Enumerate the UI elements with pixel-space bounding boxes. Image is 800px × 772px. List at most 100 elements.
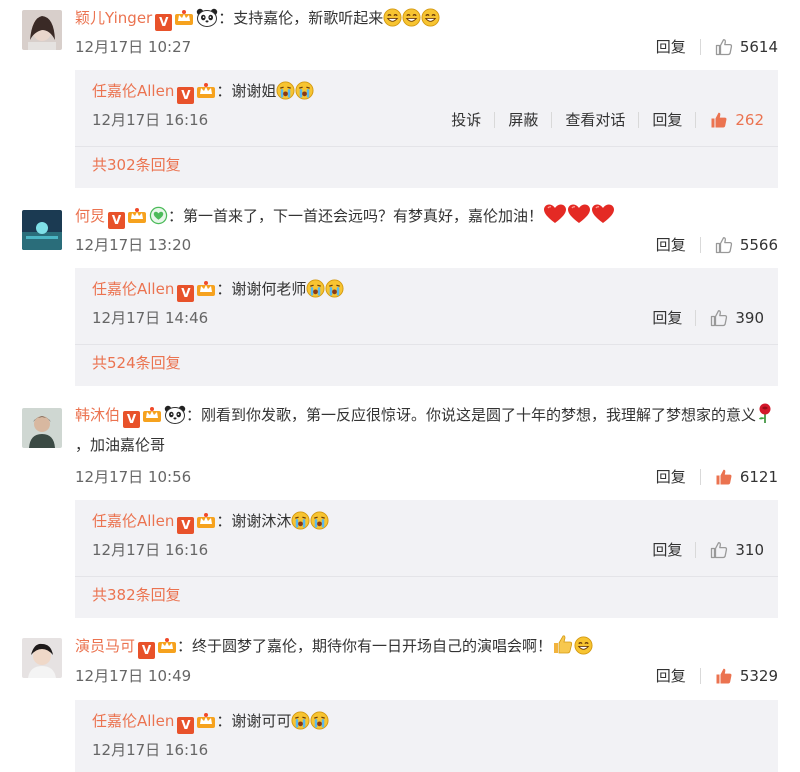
report-button[interactable]: 投诉 <box>438 109 494 131</box>
reply-button[interactable]: 回复 <box>642 36 700 58</box>
panda-emoji-icon <box>164 405 186 424</box>
smile-emoji-icon <box>421 8 440 27</box>
reply-box: 任嘉伦Allen V ：谢谢可可 12月17日 16:16 <box>75 700 778 772</box>
crown-badge-icon <box>174 9 194 26</box>
thumbs-up-icon <box>715 667 733 685</box>
reply-box: 任嘉伦Allen V ：谢谢沐沐 12月17日 16:16 回复 310 共382条… <box>75 500 778 618</box>
more-replies-link[interactable]: 共382条回复 <box>92 584 181 605</box>
avatar[interactable] <box>22 408 62 448</box>
comment-line: 韩沐伯 V ：刚看到你发歌，第一反应很惊讶。你说这是圆了十年的梦想，我理解了梦想家的… <box>75 400 778 460</box>
like-button[interactable]: 5329 <box>701 665 778 687</box>
smile-emoji-icon <box>383 8 402 27</box>
comment-time: 12月17日 13:20 <box>75 236 192 254</box>
crown-badge-icon <box>142 406 162 423</box>
avatar[interactable] <box>22 10 62 50</box>
reply-meta: 12月17日 16:16 投诉 屏蔽 查看对话 回复 262 <box>92 109 764 131</box>
reply-text: ：谢谢沐沐 <box>216 512 292 530</box>
reply-button[interactable]: 回复 <box>639 109 695 131</box>
avatar[interactable] <box>22 210 62 250</box>
crying-emoji-icon <box>325 279 344 298</box>
reply-line: 任嘉伦Allen V ：谢谢可可 <box>92 708 764 734</box>
reply-time: 12月17日 16:16 <box>92 541 209 559</box>
verified-icon: V <box>123 411 141 428</box>
like-button[interactable]: 390 <box>696 307 764 329</box>
like-count: 262 <box>735 111 764 129</box>
comment-text: ：刚看到你发歌，第一反应很惊讶。你说这是圆了十年的梦想，我理解了梦想家的意义 <box>186 406 757 424</box>
like-count: 390 <box>735 309 764 327</box>
thumbs-up-icon <box>710 111 728 129</box>
comment-text: ，加油嘉伦哥 <box>75 436 166 454</box>
reply-line: 任嘉伦Allen V ：谢谢何老师 <box>92 276 764 302</box>
comment-time: 12月17日 10:27 <box>75 38 192 56</box>
more-replies-link[interactable]: 共302条回复 <box>92 154 181 175</box>
like-button[interactable]: 262 <box>696 109 764 131</box>
crown-badge-icon <box>196 82 216 99</box>
comment-item: 颖儿Yinger V ：支持嘉伦，新歌听起来 12月17日 10:27 回复 561… <box>0 0 800 190</box>
crying-emoji-icon <box>295 81 314 100</box>
verified-icon: V <box>177 285 195 302</box>
thumbs-up-icon <box>715 38 733 56</box>
comment-line: 颖儿Yinger V ：支持嘉伦，新歌听起来 <box>75 4 780 32</box>
comment-text: ：第一首来了，下一首还会远吗？有梦真好，嘉伦加油！ <box>168 207 544 225</box>
thumbs-up-icon <box>710 541 728 559</box>
reply-meta: 12月17日 16:16 <box>92 739 764 761</box>
like-button[interactable]: 6121 <box>701 466 778 488</box>
username-link[interactable]: 任嘉伦Allen <box>92 280 174 298</box>
comment-item: 演员马可 V ：终于圆梦了嘉伦，期待你有一日开场自己的演唱会啊！ 12月17日 10… <box>0 628 800 772</box>
username-link[interactable]: 何炅 <box>75 207 105 225</box>
reply-text: ：谢谢何老师 <box>216 280 307 298</box>
heart-emoji-icon <box>591 203 615 225</box>
thumbs-up-icon <box>715 236 733 254</box>
username-link[interactable]: 任嘉伦Allen <box>92 512 174 530</box>
rose-emoji-icon <box>756 402 774 424</box>
reply-button[interactable]: 回复 <box>639 307 695 329</box>
thumbs-up-icon <box>710 309 728 327</box>
view-conversation-button[interactable]: 查看对话 <box>552 109 638 131</box>
smile-emoji-icon <box>574 636 593 655</box>
comment-time: 12月17日 10:49 <box>75 667 192 685</box>
divider <box>75 146 778 147</box>
verified-icon: V <box>177 517 195 534</box>
crying-emoji-icon <box>276 81 295 100</box>
like-button[interactable]: 5614 <box>701 36 778 58</box>
thumbs-up-icon <box>715 468 733 486</box>
verified-icon: V <box>138 642 156 659</box>
username-link[interactable]: 颖儿Yinger <box>75 9 152 27</box>
more-replies-link[interactable]: 共524条回复 <box>92 352 181 373</box>
block-button[interactable]: 屏蔽 <box>495 109 551 131</box>
comment-item: 韩沐伯 V ：刚看到你发歌，第一反应很惊讶。你说这是圆了十年的梦想，我理解了梦想家的… <box>0 398 800 623</box>
username-link[interactable]: 演员马可 <box>75 637 135 655</box>
heart-badge-icon <box>149 206 168 225</box>
like-count: 5566 <box>739 236 778 254</box>
verified-icon: V <box>108 212 126 229</box>
reply-button[interactable]: 回复 <box>642 234 700 256</box>
like-count: 6121 <box>739 468 778 486</box>
verified-icon: V <box>155 14 173 31</box>
crying-emoji-icon <box>291 711 310 730</box>
reply-meta: 12月17日 16:16 回复 310 <box>92 539 764 561</box>
reply-button[interactable]: 回复 <box>642 466 700 488</box>
avatar[interactable] <box>22 638 62 678</box>
reply-box: 任嘉伦Allen V ：谢谢姐 12月17日 16:16 投诉 屏蔽 查看对话 回复… <box>75 70 778 188</box>
like-count: 5614 <box>739 38 778 56</box>
comment-meta: 12月17日 10:27 回复 5614 <box>75 36 778 58</box>
reply-button[interactable]: 回复 <box>639 539 695 561</box>
reply-text: ：谢谢可可 <box>216 712 292 730</box>
heart-emoji-icon <box>543 203 567 225</box>
reply-text: ：谢谢姐 <box>216 82 277 100</box>
like-button[interactable]: 310 <box>696 539 764 561</box>
crying-emoji-icon <box>291 511 310 530</box>
thumbs-up-emoji-icon <box>552 633 574 655</box>
comment-text: ：支持嘉伦，新歌听起来 <box>218 9 384 27</box>
comment-time: 12月17日 10:56 <box>75 468 192 486</box>
like-button[interactable]: 5566 <box>701 234 778 256</box>
reply-time: 12月17日 16:16 <box>92 111 209 129</box>
smile-emoji-icon <box>402 8 421 27</box>
username-link[interactable]: 韩沐伯 <box>75 406 120 424</box>
reply-button[interactable]: 回复 <box>642 665 700 687</box>
like-count: 310 <box>735 541 764 559</box>
username-link[interactable]: 任嘉伦Allen <box>92 82 174 100</box>
crying-emoji-icon <box>310 711 329 730</box>
username-link[interactable]: 任嘉伦Allen <box>92 712 174 730</box>
reply-meta: 12月17日 14:46 回复 390 <box>92 307 764 329</box>
